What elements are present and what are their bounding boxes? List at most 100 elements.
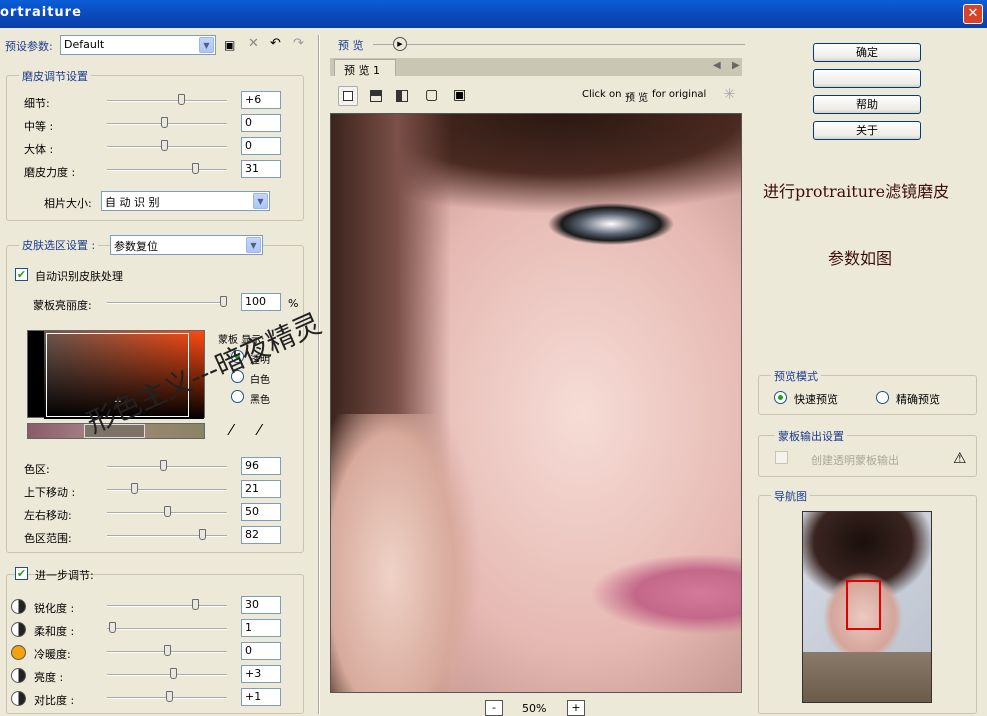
enhance-checkbox[interactable]: ✔ — [15, 567, 28, 580]
display-black-label: 黑色 — [250, 395, 270, 406]
about-button[interactable]: 关于 — [813, 121, 921, 140]
sharpness-icon — [11, 599, 26, 614]
photo-size-label: 相片大小: — [44, 197, 92, 210]
enhance-input-3[interactable]: +3 — [241, 665, 281, 683]
photo-size-select[interactable]: 自 动 识 别 ▼ — [101, 191, 270, 211]
navigator-viewport[interactable] — [846, 580, 881, 630]
close-button[interactable]: ✕ — [963, 4, 983, 24]
fast-preview-radio[interactable] — [774, 391, 787, 404]
skin-input-1[interactable]: 21 — [241, 480, 281, 498]
eyedropper-icon[interactable]: ⁄ — [230, 421, 233, 439]
skin-slider-3[interactable] — [107, 535, 227, 537]
smoothing-slider-3[interactable] — [107, 169, 227, 171]
busy-icon: ✳ — [723, 85, 736, 103]
enhance-slider-3[interactable] — [107, 674, 227, 676]
smoothing-label-0: 细节: — [24, 97, 50, 110]
navigator-thumbnail[interactable] — [802, 511, 932, 703]
mask-brightness-label: 蒙板亮丽度: — [33, 299, 92, 312]
preview-mode-title: 预览模式 — [771, 368, 821, 384]
redo-icon[interactable]: ↷ — [293, 36, 304, 51]
skin-input-2[interactable]: 50 — [241, 503, 281, 521]
compare-icon[interactable]: ▣ — [453, 87, 466, 103]
skin-thumb-2[interactable] — [164, 506, 171, 517]
divider — [318, 35, 320, 714]
play-icon[interactable]: ▶ — [393, 37, 407, 51]
smoothing-title: 磨皮调节设置 — [19, 68, 91, 84]
mask-brightness-input[interactable]: 100 — [241, 293, 281, 311]
enhance-input-0[interactable]: 30 — [241, 596, 281, 614]
tab-next-icon[interactable]: ▶ — [732, 60, 740, 71]
smoothing-input-2[interactable]: 0 — [241, 137, 281, 155]
eyedropper-plus-icon[interactable]: ⁄ — [258, 421, 261, 439]
tab-prev-icon[interactable]: ◀ — [713, 60, 721, 71]
skin-slider-1[interactable] — [107, 489, 227, 491]
mask-brightness-slider[interactable] — [107, 302, 227, 304]
skin-title: 皮肤选区设置 : — [19, 237, 99, 253]
new-snapshot-icon[interactable]: ▢ — [425, 87, 438, 103]
display-white-label: 白色 — [250, 375, 270, 386]
skin-label-0: 色区: — [24, 463, 50, 476]
enhance-label-3: 亮度 : — [34, 671, 64, 684]
smoothing-label-2: 大体 : — [24, 143, 54, 156]
preview-image[interactable] — [330, 113, 742, 693]
skin-label-1: 上下移动 : — [24, 486, 76, 499]
smoothing-input-3[interactable]: 31 — [241, 160, 281, 178]
title-bar: ortraiture ✕ — [0, 0, 987, 28]
smoothing-input-0[interactable]: +6 — [241, 91, 281, 109]
skin-slider-0[interactable] — [107, 466, 227, 468]
preset-select[interactable]: Default ▼ — [60, 35, 216, 55]
warmth-icon — [11, 645, 26, 660]
save-icon[interactable]: ▣ — [224, 38, 235, 52]
chevron-down-icon: ▼ — [246, 237, 261, 253]
split-vertical-button[interactable] — [392, 86, 412, 106]
skin-preset-select[interactable]: 参数复位 ▼ — [110, 235, 263, 255]
ok-button[interactable]: 确定 — [813, 43, 921, 62]
smoothing-slider-0[interactable] — [107, 100, 227, 102]
chevron-down-icon: ▼ — [253, 193, 268, 209]
enhance-input-2[interactable]: 0 — [241, 642, 281, 660]
enhance-thumb-4[interactable] — [166, 691, 173, 702]
blank-button[interactable] — [813, 69, 921, 88]
delete-icon[interactable]: ✕ — [248, 36, 259, 51]
skin-input-3[interactable]: 82 — [241, 526, 281, 544]
enhance-thumb-0[interactable] — [192, 599, 199, 610]
divider — [373, 44, 393, 45]
preset-label: 预设参数: — [5, 40, 53, 53]
smoothing-label-1: 中等 : — [24, 120, 54, 133]
preset-value: Default — [64, 38, 105, 51]
skin-thumb-1[interactable] — [131, 483, 138, 494]
smoothing-thumb-1[interactable] — [161, 117, 168, 128]
exact-preview-radio[interactable] — [876, 391, 889, 404]
auto-skin-checkbox[interactable]: ✔ — [15, 268, 28, 281]
mask-output-checkbox[interactable] — [775, 451, 788, 464]
fast-preview-label: 快速预览 — [794, 393, 838, 406]
skin-thumb-3[interactable] — [199, 529, 206, 540]
display-black-radio[interactable] — [231, 390, 244, 403]
mask-brightness-thumb[interactable] — [220, 296, 227, 307]
enhance-title: 进一步调节: — [35, 569, 94, 582]
smoothing-thumb-2[interactable] — [161, 140, 168, 151]
tab-preview-1[interactable]: 预 览 1 — [334, 59, 396, 77]
enhance-slider-1[interactable] — [107, 628, 227, 630]
single-view-button[interactable] — [338, 86, 358, 106]
skin-thumb-0[interactable] — [160, 460, 167, 471]
skin-label-3: 色区范围: — [24, 532, 72, 545]
enhance-thumb-1[interactable] — [109, 622, 116, 633]
hint-for-original: for original — [652, 89, 707, 100]
auto-skin-label: 自动识别皮肤处理 — [35, 270, 123, 283]
smoothing-thumb-3[interactable] — [192, 163, 199, 174]
enhance-input-4[interactable]: +1 — [241, 688, 281, 706]
split-horizontal-button[interactable] — [366, 86, 386, 106]
skin-input-0[interactable]: 96 — [241, 457, 281, 475]
enhance-slider-0[interactable] — [107, 605, 227, 607]
enhance-thumb-3[interactable] — [170, 668, 177, 679]
help-button[interactable]: 帮助 — [813, 95, 921, 114]
brightness-icon — [11, 668, 26, 683]
warning-icon: ⚠ — [953, 449, 967, 467]
smoothing-thumb-0[interactable] — [178, 94, 185, 105]
smoothing-input-1[interactable]: 0 — [241, 114, 281, 132]
enhance-input-1[interactable]: 1 — [241, 619, 281, 637]
skin-label-2: 左右移动: — [24, 509, 72, 522]
undo-icon[interactable]: ↶ — [270, 36, 281, 51]
enhance-thumb-2[interactable] — [164, 645, 171, 656]
